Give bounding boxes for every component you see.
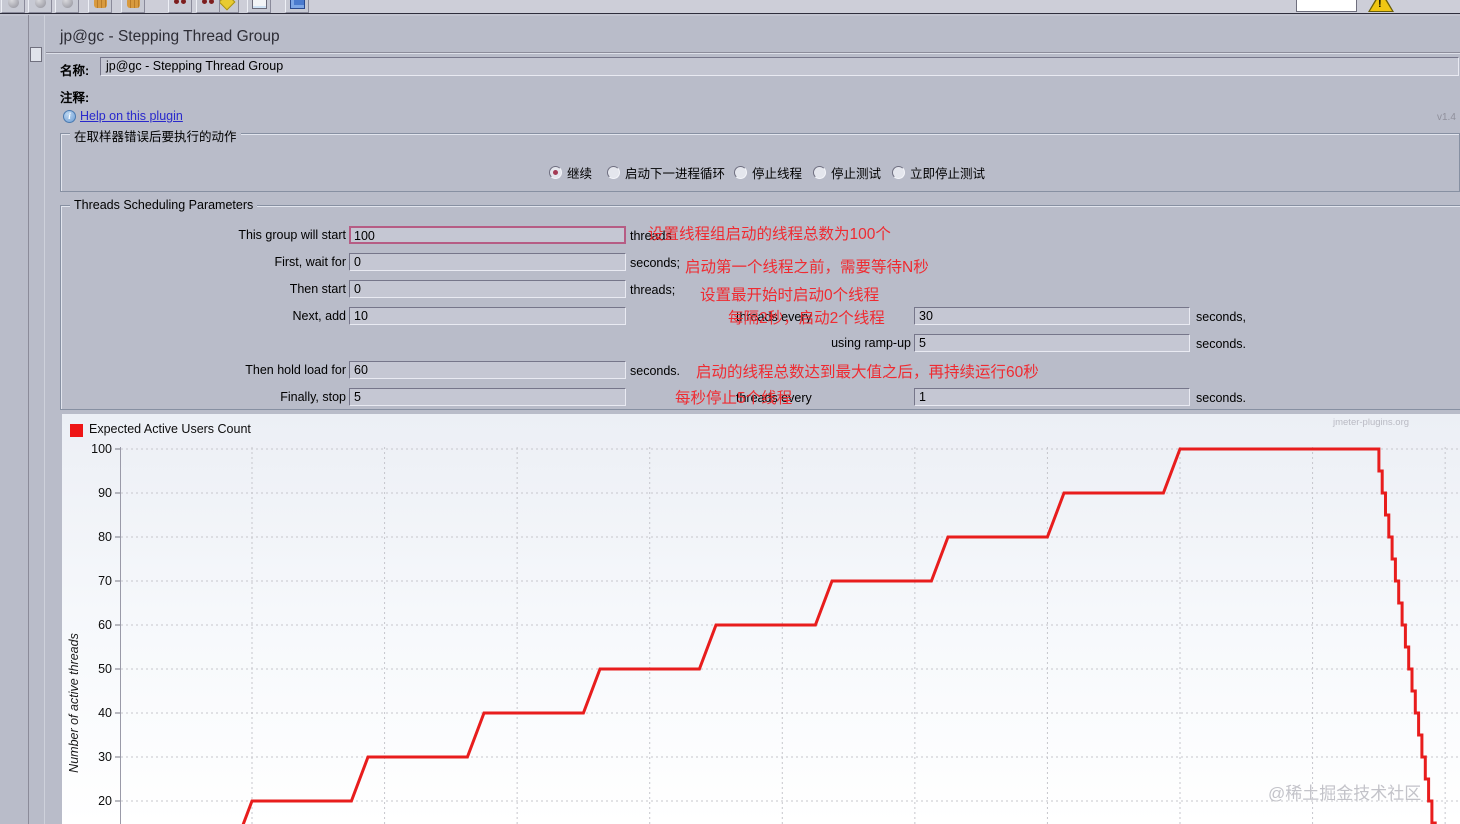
param-unit: seconds;	[630, 256, 681, 270]
cherries-icon	[201, 0, 215, 7]
toolbar-counter-field[interactable]	[1296, 0, 1357, 12]
param-label: Then hold load for	[245, 363, 346, 377]
cherries-icon	[173, 0, 187, 7]
radio-option-4[interactable]: 立即停止测试	[892, 163, 985, 182]
param-label: First, wait for	[274, 255, 346, 269]
toolbar-button-5[interactable]	[168, 0, 192, 13]
gray-ball-icon	[7, 0, 19, 8]
toolbar-button-4[interactable]	[121, 0, 145, 13]
svg-text:40: 40	[98, 706, 112, 720]
comments-field[interactable]	[100, 84, 1459, 103]
svg-text:100: 100	[91, 442, 112, 456]
info-icon	[63, 110, 76, 123]
cut-orange-icon	[126, 0, 140, 8]
help-plugin-link[interactable]: Help on this plugin	[80, 109, 183, 123]
scheduling-group-title: Threads Scheduling Parameters	[70, 198, 258, 212]
radio-label: 继续	[567, 167, 593, 181]
svg-text:60: 60	[98, 618, 112, 632]
svg-text:70: 70	[98, 574, 112, 588]
radio-label: 停止线程	[752, 167, 803, 181]
chart-plot: 20 30 40 50 60 70 80 90 100 Number of active thre…	[67, 442, 1460, 824]
param-input[interactable]: 100	[349, 226, 626, 244]
param-unit: threads;	[630, 283, 676, 297]
param-label: Finally, stop	[280, 390, 346, 404]
param-input[interactable]: 60	[349, 361, 626, 379]
cut-orange-icon	[93, 0, 107, 8]
svg-text:20: 20	[98, 794, 112, 808]
radio-option-2[interactable]: 停止线程	[734, 163, 802, 182]
param-input-2[interactable]: 1	[914, 388, 1190, 406]
annotation-text-3: 每隔2秒，启动2个线程	[728, 310, 885, 327]
plugin-blue-icon	[289, 0, 305, 9]
svg-text:90: 90	[98, 486, 112, 500]
radio-option-3[interactable]: 停止测试	[813, 163, 881, 182]
annotation-text-2: 设置最开始时启动0个线程	[700, 287, 880, 304]
param-label: using ramp-up	[831, 336, 911, 350]
annotation-text-0: 设置线程组启动的线程总数为100个	[648, 226, 891, 243]
svg-text:30: 30	[98, 750, 112, 764]
title-separator	[46, 52, 1460, 53]
radio-icon[interactable]	[813, 166, 826, 179]
radio-option-0[interactable]: 继续	[549, 163, 592, 182]
svg-text:50: 50	[98, 662, 112, 676]
toolbar-button-3[interactable]	[88, 0, 112, 13]
toolbar-button-1[interactable]	[28, 0, 52, 13]
radio-label: 立即停止测试	[910, 167, 986, 181]
error-action-group-title: 在取样器错误后要执行的动作	[70, 126, 241, 145]
param-unit-2: seconds.	[1196, 337, 1247, 351]
toolbar-button-2[interactable]	[55, 0, 79, 13]
param-input-2[interactable]: 5	[914, 334, 1190, 352]
lemon-icon	[218, 0, 236, 11]
param-unit-2: seconds.	[1196, 391, 1247, 405]
annotation-text-1: 启动第一个线程之前，需要等待N秒	[685, 259, 929, 276]
param-input[interactable]: 0	[349, 253, 626, 271]
param-input[interactable]: 10	[349, 307, 626, 325]
clipboard-icon	[251, 0, 267, 9]
radio-icon[interactable]	[607, 166, 620, 179]
param-unit: seconds.	[630, 364, 681, 378]
toolbar-button-6[interactable]	[196, 0, 220, 13]
toolbar-button-8[interactable]	[247, 0, 271, 13]
radio-icon[interactable]	[892, 166, 905, 179]
param-label: Then start	[289, 282, 346, 296]
param-input[interactable]: 5	[349, 388, 626, 406]
plugin-version-label: v1.4	[1437, 112, 1456, 123]
expected-users-chart: jmeter-plugins.org @稀土掘金技术社区 Expected Ac…	[62, 414, 1460, 824]
param-unit-2: seconds,	[1196, 310, 1247, 324]
name-label: 名称:	[60, 64, 90, 78]
radio-icon[interactable]	[549, 166, 562, 179]
gray-ball-icon	[61, 0, 73, 8]
radio-label: 停止测试	[831, 167, 882, 181]
annotation-text-4: 启动的线程总数达到最大值之后，再持续运行60秒	[696, 364, 1039, 381]
gray-ball-icon	[34, 0, 46, 8]
radio-label: 启动下一进程循环	[625, 167, 726, 181]
series-line	[241, 447, 1437, 824]
param-label: This group will start	[238, 228, 346, 242]
error-action-groupbox: 在取样器错误后要执行的动作 继续 启动下一进程循环 停止线程 停止测试 立即停止测试	[60, 126, 1460, 192]
warning-icon-bang: !	[1378, 0, 1382, 10]
param-input-2[interactable]: 30	[914, 307, 1190, 325]
comments-label: 注释:	[60, 91, 90, 105]
svg-text:80: 80	[98, 530, 112, 544]
tree-panel-divider[interactable]	[28, 15, 29, 824]
y-axis-label: Number of active threads	[67, 633, 81, 773]
annotation-text-5: 每秒停止5个线程	[675, 390, 793, 407]
page-title: jp@gc - Stepping Thread Group	[60, 28, 280, 45]
tree-collapsed-node[interactable]	[30, 47, 42, 62]
toolbar-button-0[interactable]	[1, 0, 25, 13]
jmeter-window: ! jp@gc - Stepping Thread Group 名称: jp@g…	[0, 0, 1460, 824]
radio-option-1[interactable]: 启动下一进程循环	[607, 163, 725, 182]
toolbar: !	[0, 0, 1460, 14]
param-input[interactable]: 0	[349, 280, 626, 298]
toolbar-button-9[interactable]	[285, 0, 309, 13]
main-panel-edge	[44, 15, 45, 824]
radio-icon[interactable]	[734, 166, 747, 179]
param-label: Next, add	[292, 309, 346, 323]
name-field[interactable]: jp@gc - Stepping Thread Group	[100, 57, 1459, 76]
